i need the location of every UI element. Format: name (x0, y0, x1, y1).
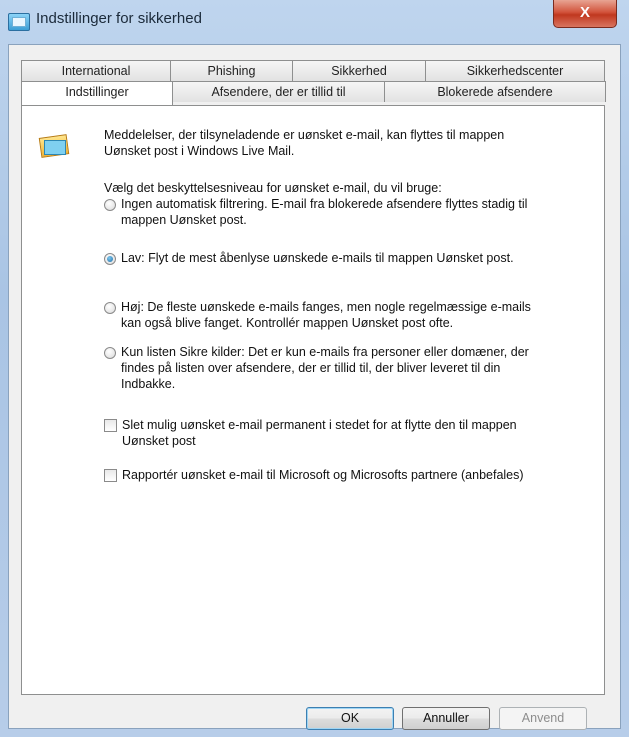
radio-high-label: Høj: De fleste uønskede e-mails fanges, … (121, 300, 531, 314)
checkbox-report-label: Rapportér uønsket e-mail til Microsoft o… (122, 468, 524, 482)
tab-row-front: Indstillinger Afsendere, der er tillid t… (21, 81, 606, 105)
settings-panel: Meddelelser, der tilsyneladende er uønsk… (21, 105, 605, 695)
radio-high[interactable] (104, 302, 116, 314)
protection-level-prompt: Vælg det beskyttelsesniveau for uønsket … (104, 181, 442, 195)
checkbox-delete-label: Slet mulig uønsket e-mail permanent i st… (122, 418, 517, 432)
radio-low[interactable] (104, 253, 116, 265)
dialog-client-area: International Phishing Sikkerhed Sikkerh… (8, 44, 621, 730)
radio-safe-list-label-3: Indbakke. (121, 377, 176, 391)
tab-phishing[interactable]: Phishing (170, 60, 293, 81)
tab-sikkerhed[interactable]: Sikkerhed (292, 60, 426, 81)
radio-low-label: Lav: Flyt de mest åbenlyse uønskede e-ma… (121, 251, 514, 265)
apply-button[interactable]: Anvend (499, 707, 587, 730)
close-button[interactable]: X (553, 0, 617, 28)
radio-safe-list-only[interactable] (104, 347, 116, 359)
tab-international[interactable]: International (21, 60, 171, 81)
info-text-line2: Uønsket post i Windows Live Mail. (104, 144, 295, 158)
tab-blokerede-afsendere[interactable]: Blokerede afsendere (384, 81, 606, 102)
radio-no-filtering-label-2: mappen Uønsket post. (121, 213, 247, 227)
tab-indstillinger[interactable]: Indstillinger (21, 81, 173, 105)
tab-row-back: International Phishing Sikkerhed Sikkerh… (21, 60, 605, 82)
tab-afsendere-tillid[interactable]: Afsendere, der er tillid til (172, 81, 385, 102)
radio-no-filtering-label: Ingen automatisk filtrering. E-mail fra … (121, 197, 528, 211)
radio-high-label-2: kan også blive fanget. Kontrollér mappen… (121, 316, 454, 330)
checkbox-report-junk[interactable] (104, 469, 117, 482)
checkbox-delete-permanently[interactable] (104, 419, 117, 432)
dialog-window: Indstillinger for sikkerhed X Internatio… (0, 0, 629, 737)
radio-safe-list-label-2: findes på listen over afsendere, der er … (121, 361, 501, 375)
window-title: Indstillinger for sikkerhed (36, 10, 202, 27)
checkbox-delete-label-2: Uønsket post (122, 434, 196, 448)
info-text-line1: Meddelelser, der tilsyneladende er uønsk… (104, 128, 505, 142)
mail-junk-icon (38, 132, 70, 158)
cancel-button[interactable]: Annuller (402, 707, 490, 730)
window-icon (8, 13, 30, 31)
title-bar[interactable]: Indstillinger for sikkerhed X (0, 0, 629, 44)
radio-no-filtering[interactable] (104, 199, 116, 211)
tab-sikkerhedscenter[interactable]: Sikkerhedscenter (425, 60, 605, 81)
radio-safe-list-label: Kun listen Sikre kilder: Det er kun e-ma… (121, 345, 529, 359)
ok-button[interactable]: OK (306, 707, 394, 730)
